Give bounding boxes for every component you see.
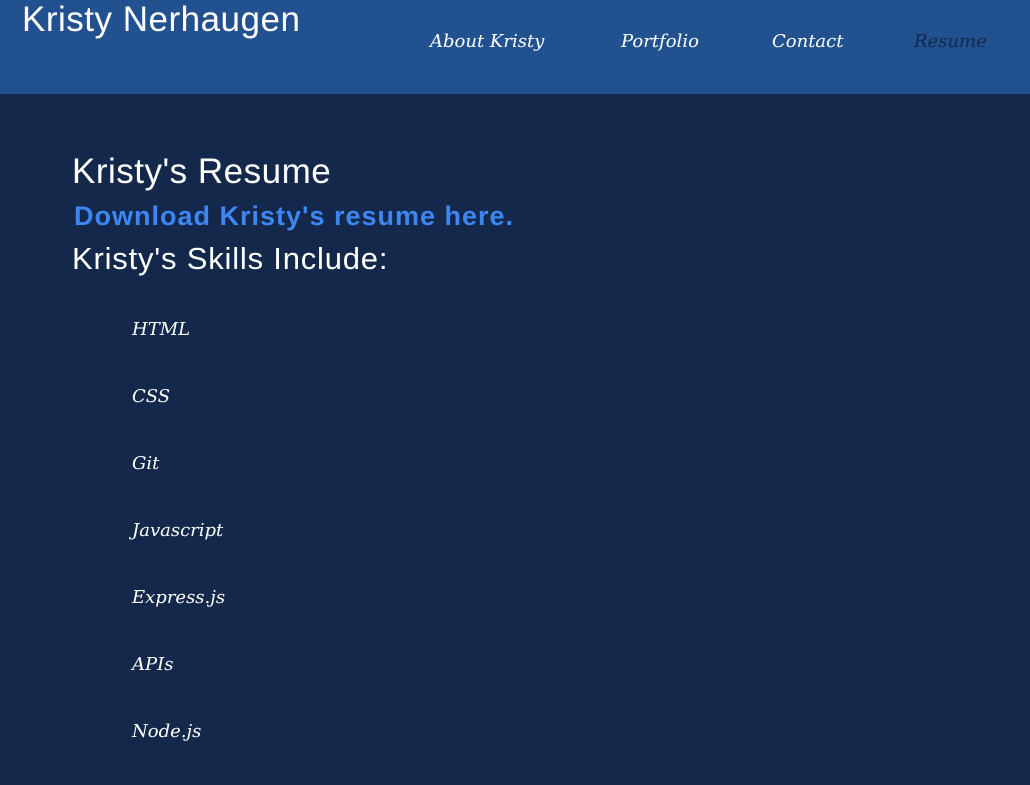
main-content: Kristy's Resume Download Kristy's resume…	[72, 150, 972, 742]
skills-heading: Kristy's Skills Include:	[72, 241, 389, 276]
skill-item-expressjs: Express.js	[132, 587, 226, 608]
skill-item-html: HTML	[132, 319, 191, 340]
skill-item-apis: APIs	[132, 654, 174, 675]
skill-item-git: Git	[132, 453, 160, 474]
skill-item-css: CSS	[132, 386, 171, 407]
skills-list: HTML CSS Git Javascript Express.js APIs …	[132, 316, 225, 785]
nav-link-contact[interactable]: Contact	[772, 28, 843, 56]
skill-item-javascript: Javascript	[132, 520, 224, 541]
nav-link-about[interactable]: About Kristy	[430, 28, 544, 56]
page-title: Kristy's Resume	[72, 152, 332, 191]
nav-link-portfolio[interactable]: Portfolio	[621, 28, 699, 56]
site-header: Kristy Nerhaugen About Kristy Portfolio …	[0, 0, 1030, 94]
nav-link-resume[interactable]: Resume	[914, 28, 987, 56]
skill-item-nodejs: Node.js	[132, 721, 202, 742]
download-resume-link[interactable]: Download Kristy's resume here.	[74, 194, 514, 238]
site-title[interactable]: Kristy Nerhaugen	[22, 0, 300, 40]
